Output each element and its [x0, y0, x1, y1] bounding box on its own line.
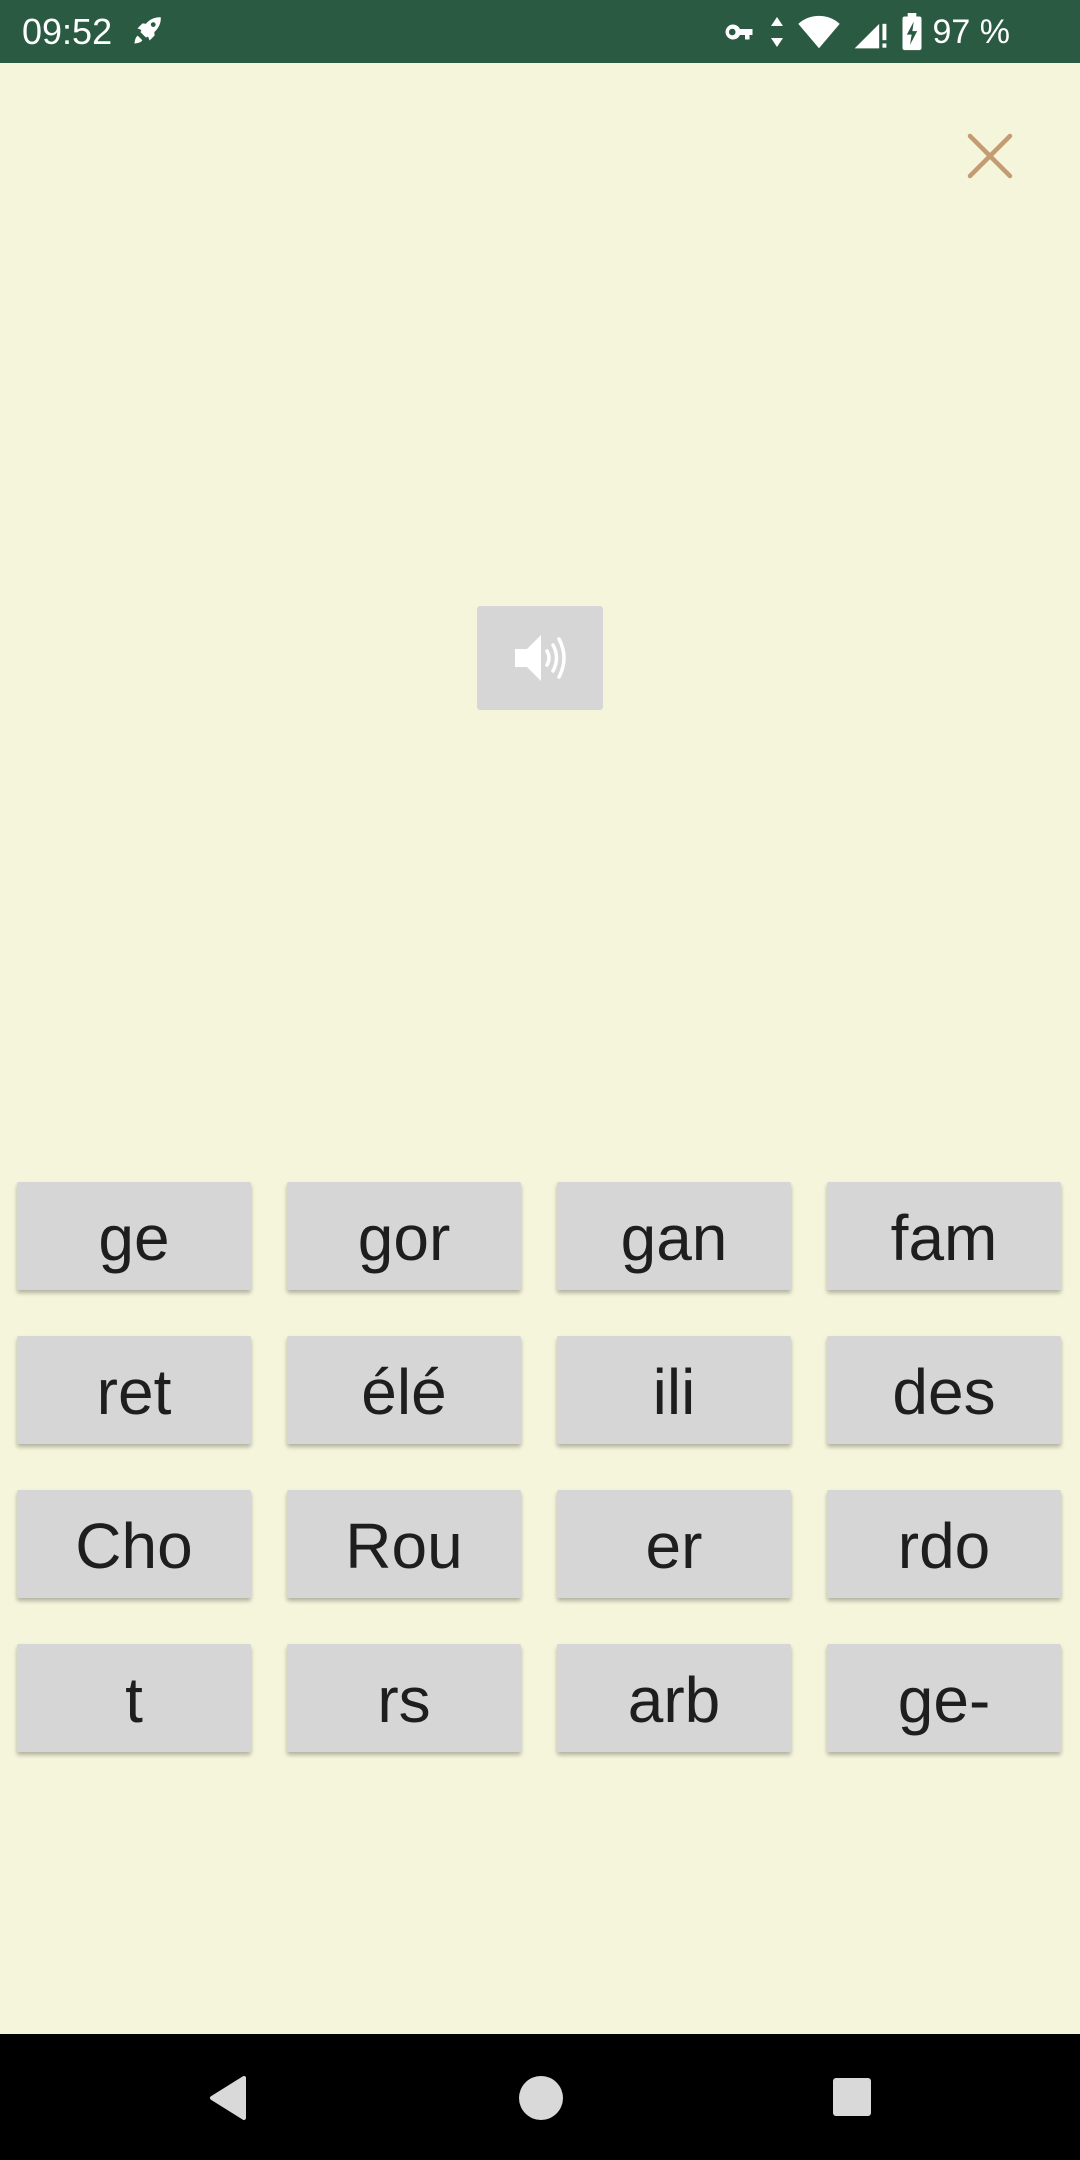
syllable-tile[interactable]: t	[17, 1644, 251, 1752]
syllable-tile[interactable]: ge-	[827, 1644, 1061, 1752]
syllable-label: er	[645, 1510, 703, 1582]
syllable-label: ili	[652, 1356, 696, 1428]
syllable-label: ret	[96, 1356, 172, 1428]
syllable-label: élé	[361, 1356, 447, 1428]
syllable-tile[interactable]: ret	[17, 1336, 251, 1444]
syllable-tile[interactable]: Rou	[287, 1490, 521, 1598]
syllable-label: gor	[357, 1202, 451, 1274]
vpn-key-icon	[725, 24, 752, 40]
speaker-icon	[515, 635, 566, 681]
syllable-tile[interactable]: ili	[557, 1336, 791, 1444]
data-arrows-icon	[770, 17, 783, 47]
syllable-label: ge	[98, 1202, 170, 1274]
back-icon[interactable]	[206, 2074, 248, 2122]
play-audio-button[interactable]	[477, 606, 603, 710]
signal-icon	[854, 23, 886, 49]
rocket-icon	[134, 17, 161, 44]
syllable-tile[interactable]: Cho	[17, 1490, 251, 1598]
status-time: 09:52	[22, 11, 113, 52]
syllable-tile[interactable]: ge	[17, 1182, 251, 1290]
syllable-tile[interactable]: élé	[287, 1336, 521, 1444]
wifi-icon	[797, 15, 840, 49]
syllable-label: rs	[377, 1664, 431, 1736]
syllable-tile[interactable]: arb	[557, 1644, 791, 1752]
syllable-tile[interactable]: des	[827, 1336, 1061, 1444]
syllable-label: Cho	[75, 1510, 193, 1582]
syllable-tile[interactable]: rs	[287, 1644, 521, 1752]
syllable-label: Rou	[345, 1510, 463, 1582]
close-button[interactable]	[962, 128, 1018, 184]
syllable-label: arb	[627, 1664, 721, 1736]
syllable-grid: ge gor gan fam ret élé ili des Cho Rou e…	[17, 1182, 1063, 1752]
home-icon[interactable]	[518, 2075, 564, 2121]
syllable-label: ge-	[897, 1664, 991, 1736]
close-icon	[967, 133, 1013, 179]
syllable-tile[interactable]: gor	[287, 1182, 521, 1290]
syllable-label: t	[125, 1664, 143, 1736]
syllable-label: rdo	[897, 1510, 991, 1582]
syllable-label: des	[892, 1356, 996, 1428]
syllable-label: fam	[890, 1202, 998, 1274]
status-bar: 09:52 97 %	[0, 0, 1080, 63]
status-icons: 97 %	[721, 8, 1011, 56]
navigation-bar	[0, 2034, 1080, 2160]
syllable-tile[interactable]: fam	[827, 1182, 1061, 1290]
battery-percent: 97 %	[932, 13, 1011, 51]
recents-icon[interactable]	[832, 2077, 872, 2117]
syllable-label: gan	[620, 1202, 728, 1274]
battery-charging-icon	[902, 13, 921, 51]
syllable-tile[interactable]: gan	[557, 1182, 791, 1290]
syllable-tile[interactable]: er	[557, 1490, 791, 1598]
syllable-tile[interactable]: rdo	[827, 1490, 1061, 1598]
